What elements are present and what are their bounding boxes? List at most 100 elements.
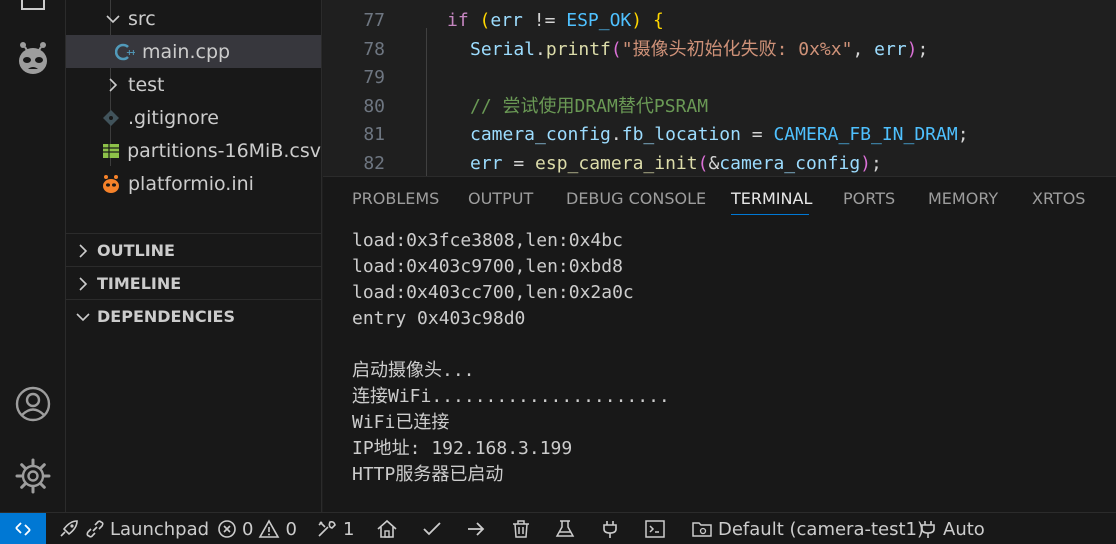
terminal-icon (645, 520, 665, 538)
section-dependencies[interactable]: DEPENDENCIES (66, 300, 321, 333)
gitignore-icon (100, 107, 122, 129)
tree-item-label: test (128, 73, 165, 96)
line-number: 77 (363, 10, 385, 31)
warning-icon (259, 519, 280, 538)
status-bar: Launchpad 0 0 1 Default (camera-test1) A… (0, 512, 1116, 544)
terminal-line: WiFi已连接 (352, 412, 450, 433)
serial-monitor-button[interactable] (599, 513, 626, 544)
section-label: DEPENDENCIES (97, 307, 236, 326)
launchpad-button[interactable]: Launchpad (58, 513, 209, 544)
tree-item-label: src (128, 7, 156, 30)
test-button[interactable] (554, 513, 581, 544)
port-selector[interactable]: Auto (918, 513, 985, 544)
environment-label: Default (camera-test1) (718, 518, 925, 540)
trash-icon (513, 520, 529, 538)
line-number: 79 (363, 67, 385, 88)
platformio-alien-icon[interactable] (13, 38, 53, 78)
indent-guide (426, 28, 427, 176)
clean-button[interactable] (510, 513, 537, 544)
folder-icon (692, 522, 712, 537)
tree-item-label: partitions-16MiB.csv (127, 139, 321, 162)
tab-debug-console[interactable]: DEBUG CONSOLE (566, 189, 706, 215)
platformio-file-icon (100, 173, 122, 195)
line-number: 78 (363, 39, 385, 60)
active-tab-indicator (731, 214, 809, 215)
csv-file-icon (100, 140, 121, 162)
tree-item-label: platformio.ini (128, 172, 254, 195)
tree-item-platformio-ini[interactable]: platformio.ini (66, 167, 321, 200)
activity-bar (0, 0, 66, 512)
chevron-down-icon (72, 312, 94, 322)
terminal-line: load:0x3fce3808,len:0x4bc (352, 230, 623, 251)
svg-text:+: + (130, 48, 135, 57)
remote-indicator[interactable] (0, 513, 46, 544)
terminal-line: HTTP服务器已启动 (352, 464, 504, 485)
tab-problems[interactable]: PROBLEMS (352, 189, 439, 215)
warning-count: 0 (285, 518, 297, 540)
code-line-78: Serial.printf("摄像头初始化失败: 0x%x", err); (470, 39, 929, 60)
terminal-line: 连接WiFi...................... (352, 386, 670, 407)
port-label: Auto (943, 518, 985, 540)
launchpad-label: Launchpad (110, 518, 210, 540)
terminal-line: entry 0x403c98d0 (352, 308, 526, 329)
link-icon (86, 520, 104, 538)
tree-item-src[interactable]: src (66, 2, 321, 35)
terminal-line: 启动摄像头... (352, 360, 475, 381)
explorer-icon[interactable] (13, 0, 53, 18)
terminal-line: load:0x403cc700,len:0x2a0c (352, 282, 634, 303)
line-number: 82 (363, 153, 385, 174)
flask-icon (555, 520, 575, 537)
section-label: OUTLINE (97, 241, 175, 260)
terminal-button[interactable] (644, 513, 671, 544)
error-icon (218, 520, 236, 538)
tree-item-gitignore[interactable]: .gitignore (66, 101, 321, 134)
error-count: 0 (242, 518, 254, 540)
cpp-file-icon: + + (114, 41, 136, 63)
upload-button[interactable] (465, 513, 492, 544)
tree-item-partitions-csv[interactable]: partitions-16MiB.csv (66, 134, 321, 167)
tab-ports[interactable]: PORTS (843, 189, 895, 215)
home-icon (377, 519, 397, 538)
rocket-icon (60, 520, 78, 537)
tools-indicator[interactable]: 1 (316, 513, 354, 544)
chevron-right-icon (72, 243, 94, 258)
code-line-82: err = esp_camera_init(&camera_config); (470, 153, 882, 174)
plug-icon (921, 521, 935, 538)
tab-memory[interactable]: MEMORY (928, 189, 998, 215)
tab-xrtos[interactable]: XRTOS (1032, 189, 1085, 215)
code-line-80-comment: // 尝试使用DRAM替代PSRAM (470, 96, 709, 117)
environment-selector[interactable]: Default (camera-test1) (691, 513, 924, 544)
tools-icon (318, 521, 336, 537)
section-label: TIMELINE (97, 274, 182, 293)
tree-item-main-cpp[interactable]: + + main.cpp (66, 35, 321, 68)
code-line-77: if (err != ESP_OK) { (447, 10, 664, 31)
section-timeline[interactable]: TIMELINE (66, 267, 321, 300)
terminal-line: IP地址: 192.168.3.199 (352, 438, 573, 459)
tree-item-label: main.cpp (142, 40, 231, 63)
terminal-line: load:0x403c9700,len:0xbd8 (352, 256, 623, 277)
tab-output[interactable]: OUTPUT (468, 189, 533, 215)
explorer-sidebar: src + + main.cpp test .gitignore (66, 0, 322, 512)
line-number: 81 (363, 124, 385, 145)
line-number: 80 (363, 96, 385, 117)
chevron-right-icon (102, 77, 124, 92)
tree-item-label: .gitignore (128, 106, 219, 129)
remote-icon (15, 522, 31, 536)
code-editor[interactable]: 77 if (err != ESP_OK) { 78 Serial.printf… (323, 0, 1116, 176)
tree-item-test[interactable]: test (66, 68, 321, 101)
code-line-81: camera_config.fb_location = CAMERA_FB_IN… (470, 124, 969, 145)
bottom-panel: PROBLEMS OUTPUT DEBUG CONSOLE TERMINAL P… (323, 176, 1116, 512)
tools-count: 1 (343, 518, 355, 540)
build-button[interactable] (421, 513, 448, 544)
chevron-down-icon (102, 14, 124, 24)
tab-terminal[interactable]: TERMINAL (731, 189, 812, 215)
plug-icon (603, 521, 617, 538)
problems-indicator[interactable]: 0 0 (217, 513, 297, 544)
account-icon[interactable] (13, 384, 53, 424)
check-icon (423, 522, 441, 536)
home-button[interactable] (376, 513, 403, 544)
settings-gear-icon[interactable] (13, 456, 53, 496)
arrow-right-icon (468, 522, 485, 536)
chevron-right-icon (72, 276, 94, 291)
section-outline[interactable]: OUTLINE (66, 234, 321, 267)
